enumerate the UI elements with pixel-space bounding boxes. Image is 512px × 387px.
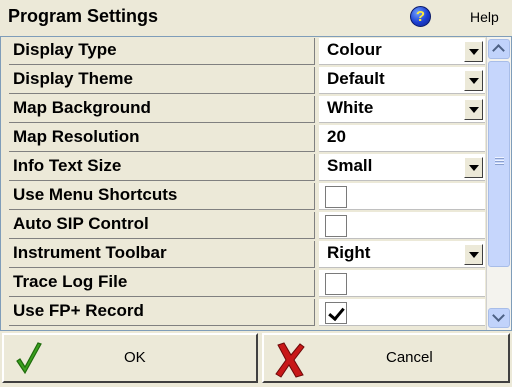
setting-value: Default (327, 69, 385, 88)
settings-grid: Display Type Colour Display Theme Default Ma… (0, 36, 512, 331)
ok-button[interactable]: OK (2, 333, 258, 383)
dropdown-arrow-icon[interactable] (464, 99, 483, 120)
setting-row: Display Type Colour (1, 37, 485, 66)
setting-checkbox-cell (319, 270, 485, 297)
setting-label: Display Theme (13, 69, 133, 88)
setting-label: Use Menu Shortcuts (13, 185, 178, 204)
setting-checkbox[interactable] (325, 215, 347, 237)
setting-checkbox-cell (319, 183, 485, 210)
dropdown-arrow-icon[interactable] (464, 41, 483, 62)
x-mark-icon (275, 342, 305, 378)
setting-label: Auto SIP Control (13, 214, 149, 233)
setting-dropdown[interactable]: Default (319, 67, 485, 94)
setting-row: Map Resolution 20 (1, 124, 485, 153)
checkmark-icon (16, 342, 42, 375)
setting-label-cell: Use Menu Shortcuts (9, 183, 315, 210)
setting-value: White (327, 98, 374, 117)
setting-label: Map Background (13, 98, 151, 117)
setting-row: Display Theme Default (1, 66, 485, 95)
setting-row: Use Menu Shortcuts (1, 182, 485, 211)
setting-value: Right (327, 243, 371, 262)
setting-label-cell: Display Theme (9, 67, 315, 94)
setting-checkbox-cell (319, 212, 485, 239)
grip-icon (495, 157, 504, 166)
help-icon[interactable]: ? (410, 6, 431, 27)
setting-checkbox[interactable] (325, 302, 347, 324)
setting-label-cell: Instrument Toolbar (9, 241, 315, 268)
setting-dropdown[interactable]: Right (319, 241, 485, 268)
scroll-up-icon[interactable] (488, 39, 510, 59)
scrollbar-thumb[interactable] (488, 61, 510, 267)
setting-label: Info Text Size (13, 156, 122, 175)
setting-label-cell: Use FP+ Record (9, 299, 315, 326)
setting-dropdown[interactable]: Colour (319, 38, 485, 65)
setting-label: Map Resolution (13, 127, 140, 146)
header-bar: Program Settings ? Help (0, 0, 512, 34)
setting-value: Colour (327, 40, 382, 59)
setting-row: Info Text Size Small (1, 153, 485, 182)
setting-label: Trace Log File (13, 272, 128, 291)
setting-label-cell: Trace Log File (9, 270, 315, 297)
setting-label-cell: Map Background (9, 96, 315, 123)
setting-row: Trace Log File (1, 269, 485, 298)
vertical-scrollbar[interactable] (486, 37, 511, 330)
setting-checkbox[interactable] (325, 186, 347, 208)
setting-checkbox[interactable] (325, 273, 347, 295)
help-glyph: ? (415, 8, 426, 25)
dropdown-arrow-icon[interactable] (464, 70, 483, 91)
setting-label-cell: Auto SIP Control (9, 212, 315, 239)
setting-row: Instrument Toolbar Right (1, 240, 485, 269)
setting-label: Use FP+ Record (13, 301, 144, 320)
page-title: Program Settings (8, 6, 159, 26)
setting-row: Auto SIP Control (1, 211, 485, 240)
dropdown-arrow-icon[interactable] (464, 244, 483, 265)
setting-row: Map Background White (1, 95, 485, 124)
ok-label: OK (124, 349, 146, 366)
setting-label: Display Type (13, 40, 117, 59)
program-settings-window: Program Settings ? Help Display Type Colo… (0, 0, 512, 387)
setting-dropdown[interactable]: Small (319, 154, 485, 181)
setting-label-cell: Info Text Size (9, 154, 315, 181)
setting-label-cell: Map Resolution (9, 125, 315, 152)
scroll-down-icon[interactable] (488, 308, 510, 328)
settings-rows: Display Type Colour Display Theme Default Ma… (1, 37, 485, 330)
setting-row: Use FP+ Record (1, 298, 485, 327)
dropdown-arrow-icon[interactable] (464, 157, 483, 178)
setting-label: Instrument Toolbar (13, 243, 167, 262)
setting-value: Small (327, 156, 373, 175)
setting-dropdown[interactable]: White (319, 96, 485, 123)
setting-label-cell: Display Type (9, 38, 315, 65)
help-link[interactable]: Help (470, 9, 499, 25)
setting-text-field[interactable]: 20 (319, 125, 485, 152)
cancel-label: Cancel (386, 349, 433, 366)
setting-checkbox-cell (319, 299, 485, 326)
cancel-button[interactable]: Cancel (262, 333, 510, 383)
setting-value: 20 (327, 127, 346, 146)
footer-bar: OK Cancel (0, 331, 512, 387)
